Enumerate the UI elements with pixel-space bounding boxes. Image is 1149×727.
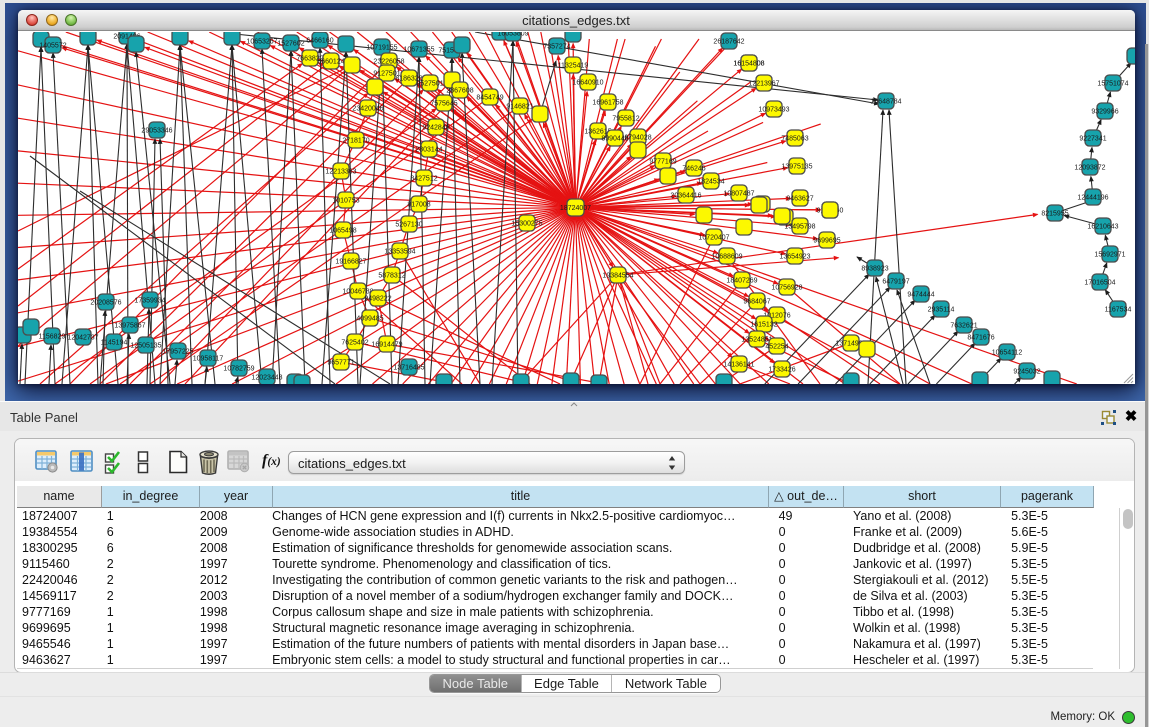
svg-text:9657771: 9657771 bbox=[327, 359, 354, 366]
svg-text:12213363: 12213363 bbox=[325, 168, 356, 175]
svg-text:2867608: 2867608 bbox=[446, 87, 473, 94]
svg-text:12023448: 12023448 bbox=[251, 374, 282, 381]
svg-text:8427512: 8427512 bbox=[410, 175, 437, 182]
svg-text:10719155: 10719155 bbox=[366, 44, 397, 51]
svg-text:9699695: 9699695 bbox=[813, 237, 840, 244]
svg-text:9474444: 9474444 bbox=[907, 291, 934, 298]
svg-text:2803144: 2803144 bbox=[415, 146, 442, 153]
svg-text:9227341: 9227341 bbox=[1079, 135, 1106, 142]
svg-text:7357274: 7357274 bbox=[543, 43, 570, 50]
svg-text:12505135: 12505135 bbox=[130, 342, 161, 349]
svg-text:10688609: 10688609 bbox=[711, 253, 742, 260]
svg-text:1065498: 1065498 bbox=[329, 227, 356, 234]
svg-text:20364416: 20364416 bbox=[670, 192, 701, 199]
svg-text:15300275: 15300275 bbox=[511, 220, 542, 227]
svg-text:26187642: 26187642 bbox=[713, 38, 744, 45]
svg-text:13716485: 13716485 bbox=[393, 364, 424, 371]
svg-text:1615132: 1615132 bbox=[750, 321, 777, 328]
svg-text:9242848: 9242848 bbox=[422, 124, 449, 131]
svg-text:17359934: 17359934 bbox=[134, 297, 165, 304]
svg-text:9146821: 9146821 bbox=[506, 103, 533, 110]
svg-text:13654923: 13654923 bbox=[779, 253, 810, 260]
svg-text:2718170: 2718170 bbox=[342, 137, 369, 144]
svg-text:1824534: 1824534 bbox=[697, 178, 724, 185]
svg-text:452254: 452254 bbox=[765, 343, 788, 350]
svg-text:10653267: 10653267 bbox=[246, 38, 277, 45]
svg-text:4099485: 4099485 bbox=[356, 315, 383, 322]
svg-text:6794028: 6794028 bbox=[624, 134, 651, 141]
svg-text:16640910: 16640910 bbox=[572, 79, 603, 86]
svg-text:7625402: 7625402 bbox=[341, 339, 368, 346]
svg-text:2935114: 2935114 bbox=[927, 306, 954, 313]
svg-text:18407269: 18407269 bbox=[726, 277, 757, 284]
svg-text:17957225: 17957225 bbox=[162, 348, 193, 355]
svg-text:5878312: 5878312 bbox=[378, 272, 405, 279]
svg-text:1167534: 1167534 bbox=[1104, 306, 1131, 313]
svg-text:12093872: 12093872 bbox=[1074, 164, 1105, 171]
svg-text:1527602: 1527602 bbox=[277, 40, 304, 47]
svg-text:10720407: 10720407 bbox=[698, 234, 729, 241]
svg-text:10756928: 10756928 bbox=[771, 284, 802, 291]
svg-text:13975867: 13975867 bbox=[114, 322, 145, 329]
svg-text:1010753: 1010753 bbox=[332, 197, 359, 204]
svg-text:10973493: 10973493 bbox=[758, 106, 789, 113]
svg-text:10046788: 10046788 bbox=[342, 288, 373, 295]
svg-text:16154808: 16154808 bbox=[733, 60, 764, 67]
svg-text:1156829: 1156829 bbox=[38, 333, 65, 340]
svg-text:10654112: 10654112 bbox=[991, 349, 1022, 356]
svg-text:12213967: 12213967 bbox=[748, 80, 779, 87]
svg-text:20208576: 20208576 bbox=[90, 299, 121, 306]
svg-text:13353594: 13353594 bbox=[384, 248, 415, 255]
svg-text:9498222: 9498222 bbox=[364, 295, 391, 302]
svg-text:1405572: 1405572 bbox=[39, 42, 66, 49]
svg-text:8660124: 8660124 bbox=[317, 58, 344, 65]
svg-text:12042737: 12042737 bbox=[67, 334, 98, 341]
svg-text:16961758: 16961758 bbox=[592, 99, 623, 106]
svg-text:16053809: 16053809 bbox=[497, 32, 528, 37]
svg-text:1733426: 1733426 bbox=[768, 366, 795, 373]
svg-text:7632621: 7632621 bbox=[950, 322, 977, 329]
svg-text:15751074: 15751074 bbox=[1097, 80, 1128, 87]
svg-text:14136141: 14136141 bbox=[723, 361, 754, 368]
svg-text:10958117: 10958117 bbox=[192, 355, 223, 362]
svg-text:9684067: 9684067 bbox=[743, 298, 770, 305]
svg-text:10671355: 10671355 bbox=[403, 46, 434, 53]
svg-text:8215955: 8215955 bbox=[1041, 210, 1068, 217]
svg-text:10782759: 10782759 bbox=[223, 365, 254, 372]
svg-text:11325419: 11325419 bbox=[557, 62, 588, 69]
svg-text:1145194: 1145194 bbox=[100, 339, 127, 346]
svg-text:13975135: 13975135 bbox=[781, 163, 812, 170]
svg-text:19166827: 19166827 bbox=[335, 258, 366, 265]
svg-text:23420046: 23420046 bbox=[352, 105, 383, 112]
svg-text:9329966: 9329966 bbox=[1091, 108, 1118, 115]
svg-text:10807487: 10807487 bbox=[723, 190, 754, 197]
svg-text:7485063: 7485063 bbox=[781, 135, 808, 142]
svg-text:8471676: 8471676 bbox=[967, 334, 994, 341]
svg-text:29053346: 29053346 bbox=[141, 127, 172, 134]
svg-text:19384554: 19384554 bbox=[602, 272, 633, 279]
svg-text:7575645: 7575645 bbox=[430, 100, 457, 107]
svg-text:5267130: 5267130 bbox=[395, 221, 422, 228]
svg-text:13524851: 13524851 bbox=[741, 336, 772, 343]
svg-text:12444196: 12444196 bbox=[1077, 194, 1108, 201]
svg-text:9463627: 9463627 bbox=[786, 195, 813, 202]
svg-text:7955812: 7955812 bbox=[612, 115, 639, 122]
svg-text:15692971: 15692971 bbox=[1094, 251, 1125, 258]
svg-text:9777169: 9777169 bbox=[649, 158, 676, 165]
svg-text:17016504: 17016504 bbox=[1084, 279, 1115, 286]
svg-text:9245032: 9245032 bbox=[1013, 368, 1040, 375]
svg-text:817008: 817008 bbox=[407, 201, 430, 208]
svg-text:16914479: 16914479 bbox=[371, 341, 402, 348]
svg-text:8454749: 8454749 bbox=[476, 94, 503, 101]
svg-text:9527501: 9527501 bbox=[416, 80, 443, 87]
svg-text:6466160: 6466160 bbox=[306, 37, 333, 44]
svg-text:16210643: 16210643 bbox=[1087, 223, 1118, 230]
svg-text:18724007: 18724007 bbox=[559, 205, 590, 212]
svg-text:8938923: 8938923 bbox=[861, 265, 888, 272]
svg-text:13495798: 13495798 bbox=[784, 223, 815, 230]
svg-text:746246: 746246 bbox=[682, 165, 705, 172]
svg-text:16648784: 16648784 bbox=[870, 98, 901, 105]
svg-text:6479197: 6479197 bbox=[882, 278, 909, 285]
